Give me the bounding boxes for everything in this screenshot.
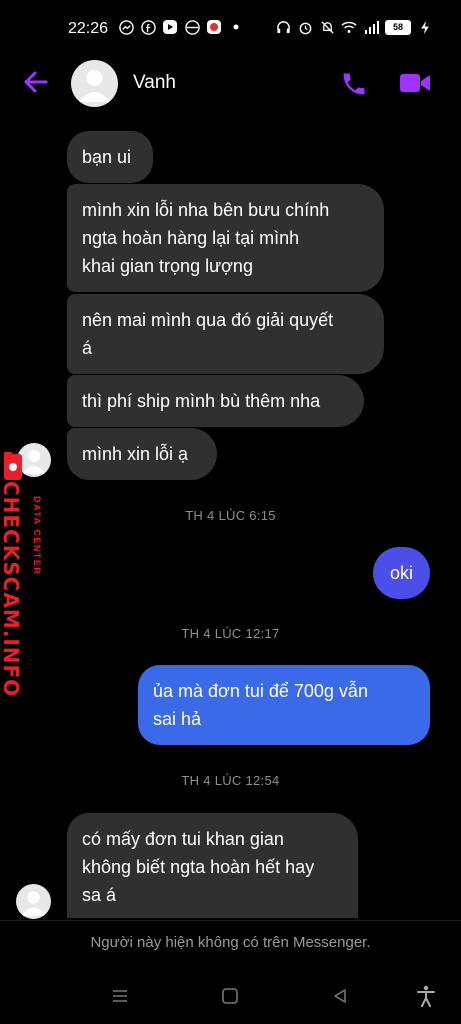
message-incoming[interactable]: bạn ui <box>67 131 153 183</box>
message-incoming[interactable]: thì phí ship mình bù thêm nha <box>67 375 364 427</box>
timestamp-divider: TH 4 LÚC 6:15 <box>185 508 276 523</box>
checkscam-watermark: CHECKSCAM.INFO DATA CENTER <box>0 450 46 698</box>
menu-lines-icon <box>113 990 127 1002</box>
charging-icon <box>417 19 433 35</box>
back-triangle-icon <box>334 989 346 1003</box>
contact-name[interactable]: Vanh <box>133 72 176 94</box>
home-square-icon <box>222 988 238 1004</box>
facebook-icon <box>140 19 156 35</box>
app-icon <box>184 19 200 35</box>
home-button[interactable] <box>221 987 239 1010</box>
back-button[interactable] <box>22 68 50 101</box>
message-incoming[interactable]: nên mai mình qua đó giải quyết á <box>67 294 384 374</box>
back-arrow-icon <box>24 71 48 93</box>
status-bar: 22:26 58 <box>0 0 461 58</box>
unavailable-notice: Người này hiện không có trên Messenger. <box>90 934 371 951</box>
timestamp-divider: TH 4 LÚC 12:17 <box>181 626 280 641</box>
mute-icon <box>319 19 335 35</box>
battery-icon: 58 <box>385 19 411 35</box>
contact-small-avatar[interactable] <box>16 884 51 919</box>
messenger-icon <box>118 19 134 35</box>
default-avatar-icon <box>79 70 110 102</box>
composer-divider <box>0 920 461 921</box>
notification-icons <box>118 19 244 35</box>
headset-icon <box>275 19 291 35</box>
system-nav-bar <box>0 975 461 1024</box>
message-incoming[interactable]: mình xin lỗi nha bên bưu chính ngta hoàn… <box>67 184 384 292</box>
back-nav-button[interactable] <box>331 987 349 1010</box>
alarm-icon <box>297 19 313 35</box>
phone-icon <box>343 73 365 95</box>
contact-avatar[interactable] <box>71 60 118 107</box>
video-call-button[interactable] <box>399 71 431 100</box>
recents-button[interactable] <box>111 987 129 1010</box>
youtube-icon <box>162 19 178 35</box>
status-time: 22:26 <box>68 20 109 37</box>
timestamp-divider: TH 4 LÚC 12:54 <box>181 773 280 788</box>
message-outgoing[interactable]: ủa mà đơn tui để 700g vẫn sai hả <box>138 665 430 745</box>
more-dot-icon <box>228 19 244 35</box>
game-app-icon <box>206 19 222 35</box>
default-avatar-icon <box>21 891 46 916</box>
message-incoming[interactable]: mình xin lỗi ạ <box>67 428 217 480</box>
message-incoming[interactable]: có mấy đơn tui khan gian không biết ngta… <box>67 813 358 918</box>
watermark-brand: CHECKSCAM.INFO <box>0 481 23 698</box>
watermark-tagline: DATA CENTER <box>32 496 42 576</box>
video-camera-icon <box>400 74 430 92</box>
voice-call-button[interactable] <box>340 70 368 103</box>
accessibility-icon <box>417 985 435 1007</box>
system-icons: 58 <box>275 19 433 35</box>
wifi-icon <box>341 19 357 35</box>
accessibility-button[interactable] <box>416 985 436 1012</box>
message-outgoing[interactable]: oki <box>373 547 430 599</box>
signal-icon <box>363 19 379 35</box>
